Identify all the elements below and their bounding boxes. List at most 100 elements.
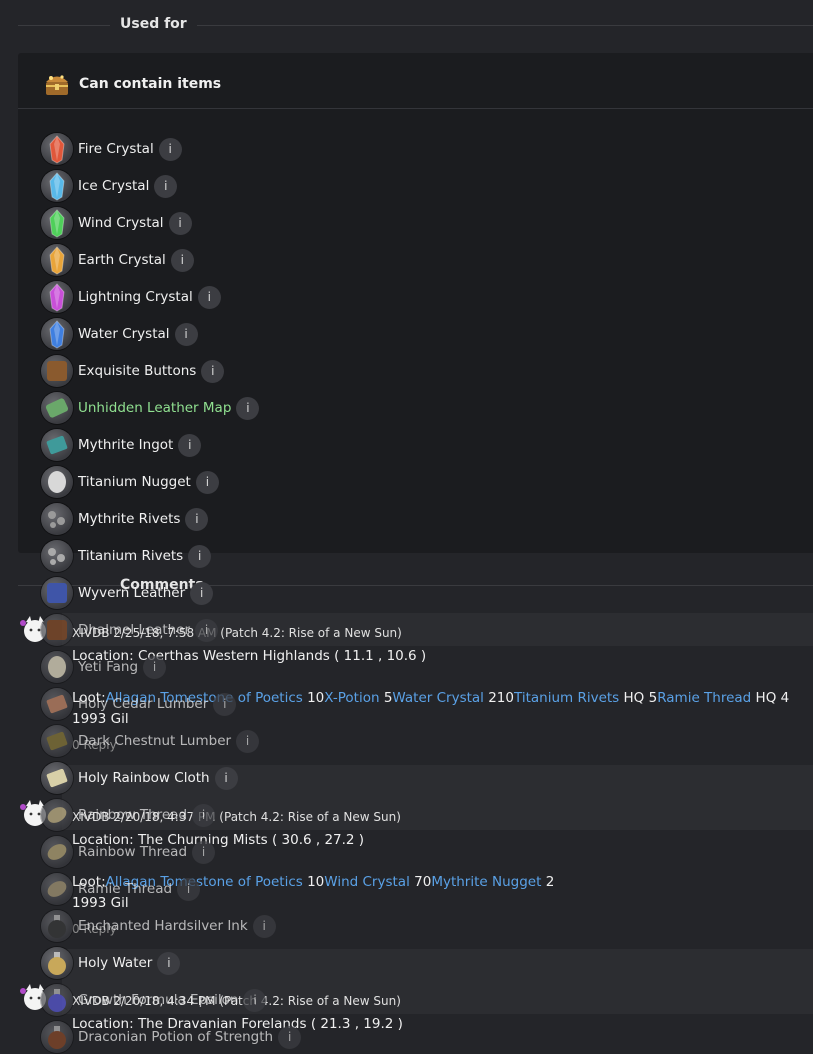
info-button[interactable]: i — [188, 544, 212, 568]
info-button[interactable]: i — [243, 988, 267, 1012]
info-button[interactable]: i — [195, 470, 219, 494]
info-button[interactable]: i — [178, 433, 202, 457]
item-name[interactable]: Holy Water — [78, 955, 152, 971]
loot-link[interactable]: X-Potion — [324, 690, 379, 706]
item-name[interactable]: Holy Rainbow Cloth — [78, 770, 210, 786]
item-row[interactable]: Mythrite Ingot i — [41, 428, 202, 462]
water-crystal-icon — [41, 318, 73, 350]
ink-icon — [41, 910, 73, 942]
item-row[interactable]: Mythrite Rivets i — [41, 502, 209, 536]
panel-title: Can contain items — [79, 76, 222, 92]
item-row[interactable]: Wyvern Leather i — [41, 576, 214, 610]
item-name[interactable]: Titanium Nugget — [78, 474, 191, 490]
loot-link[interactable]: Mythrite Nugget — [431, 874, 541, 890]
item-name[interactable]: Dark Chestnut Lumber — [78, 733, 231, 749]
item-name[interactable]: Holy Cedar Lumber — [78, 696, 208, 712]
thread-icon — [41, 873, 73, 905]
item-row[interactable]: Ice Crystal i — [41, 169, 178, 203]
item-row[interactable]: Yeti Fang i — [41, 650, 167, 684]
info-button[interactable]: i — [177, 877, 201, 901]
map-icon — [41, 392, 73, 424]
item-name[interactable]: Rainbow Thread — [78, 844, 187, 860]
info-button[interactable]: i — [158, 137, 182, 161]
info-button[interactable]: i — [214, 766, 238, 790]
potion-icon — [41, 1021, 73, 1053]
lumber-icon — [41, 725, 73, 757]
info-button[interactable]: i — [170, 248, 194, 272]
item-name[interactable]: Mythrite Ingot — [78, 437, 173, 453]
item-row[interactable]: Lightning Crystal i — [41, 280, 221, 314]
info-button[interactable]: i — [213, 692, 237, 716]
item-row[interactable]: Holy Water i — [41, 946, 181, 980]
item-name[interactable]: Fire Crystal — [78, 141, 154, 157]
item-name[interactable]: Water Crystal — [78, 326, 170, 342]
item-row[interactable]: Exquisite Buttons i — [41, 354, 225, 388]
loot-qty: 10 — [307, 690, 325, 706]
item-name[interactable]: Wyvern Leather — [78, 585, 185, 601]
loot-link[interactable]: Wind Crystal — [324, 874, 410, 890]
item-row[interactable]: Growth Formula Epsilon i — [41, 983, 267, 1017]
fire-crystal-icon — [41, 133, 73, 165]
item-row[interactable]: Holy Cedar Lumber i — [41, 687, 237, 721]
leather-icon — [41, 614, 73, 646]
item-name[interactable]: Titanium Rivets — [78, 548, 183, 564]
info-button[interactable]: i — [236, 396, 260, 420]
item-name[interactable]: Wind Crystal — [78, 215, 164, 231]
item-row[interactable]: Dhalmel Leather i — [41, 613, 219, 647]
item-name[interactable]: Rainbow Thread — [78, 807, 187, 823]
item-row[interactable]: Enchanted Hardsilver Ink i — [41, 909, 276, 943]
water-flask-icon — [41, 947, 73, 979]
info-button[interactable]: i — [252, 914, 276, 938]
item-name[interactable]: Draconian Potion of Strength — [78, 1029, 273, 1045]
info-button[interactable]: i — [192, 803, 216, 827]
info-button[interactable]: i — [190, 581, 214, 605]
info-button[interactable]: i — [236, 729, 260, 753]
item-row[interactable]: Ramie Thread i — [41, 872, 201, 906]
item-name[interactable]: Enchanted Hardsilver Ink — [78, 918, 248, 934]
info-button[interactable]: i — [168, 211, 192, 235]
info-button[interactable]: i — [192, 840, 216, 864]
loot-qty: 70 — [414, 874, 432, 890]
item-name[interactable]: Growth Formula Epsilon — [78, 992, 238, 1008]
nugget-icon — [41, 466, 73, 498]
buttons-icon — [41, 355, 73, 387]
item-name[interactable]: Earth Crystal — [78, 252, 166, 268]
cloth-icon — [41, 762, 73, 794]
loot-qty: 210 — [488, 690, 514, 706]
item-row[interactable]: Water Crystal i — [41, 317, 198, 351]
item-row[interactable]: Rainbow Thread i — [41, 835, 216, 869]
loot-link[interactable]: Titanium Rivets — [514, 690, 619, 706]
flask-icon — [41, 984, 73, 1016]
item-name[interactable]: Yeti Fang — [78, 659, 138, 675]
item-row[interactable]: Titanium Rivets i — [41, 539, 212, 573]
item-row[interactable]: Holy Rainbow Cloth i — [41, 761, 238, 795]
item-row[interactable]: Rainbow Thread i — [41, 798, 216, 832]
leather-icon — [41, 577, 73, 609]
item-row[interactable]: Titanium Nugget i — [41, 465, 219, 499]
item-row[interactable]: Wind Crystal i — [41, 206, 192, 240]
loot-link[interactable]: Water Crystal — [392, 690, 484, 706]
item-row[interactable]: Fire Crystal i — [41, 132, 182, 166]
item-row[interactable]: Draconian Potion of Strength i — [41, 1020, 302, 1054]
item-row[interactable]: Unhidden Leather Map i — [41, 391, 260, 425]
info-button[interactable]: i — [174, 322, 198, 346]
info-button[interactable]: i — [201, 359, 225, 383]
item-name[interactable]: Ice Crystal — [78, 178, 149, 194]
info-button[interactable]: i — [185, 507, 209, 531]
info-button[interactable]: i — [143, 655, 167, 679]
item-name[interactable]: Dhalmel Leather — [78, 622, 190, 638]
item-row[interactable]: Earth Crystal i — [41, 243, 194, 277]
item-name[interactable]: Exquisite Buttons — [78, 363, 196, 379]
info-button[interactable]: i — [197, 285, 221, 309]
info-button[interactable]: i — [154, 174, 178, 198]
info-button[interactable]: i — [157, 951, 181, 975]
used-for-header: Used for — [18, 0, 813, 32]
item-name[interactable]: Mythrite Rivets — [78, 511, 180, 527]
info-button[interactable]: i — [278, 1025, 302, 1049]
item-name[interactable]: Lightning Crystal — [78, 289, 193, 305]
info-button[interactable]: i — [195, 618, 219, 642]
loot-link[interactable]: Ramie Thread — [657, 690, 751, 706]
item-name[interactable]: Unhidden Leather Map — [78, 400, 231, 416]
item-row[interactable]: Dark Chestnut Lumber i — [41, 724, 260, 758]
item-name[interactable]: Ramie Thread — [78, 881, 172, 897]
